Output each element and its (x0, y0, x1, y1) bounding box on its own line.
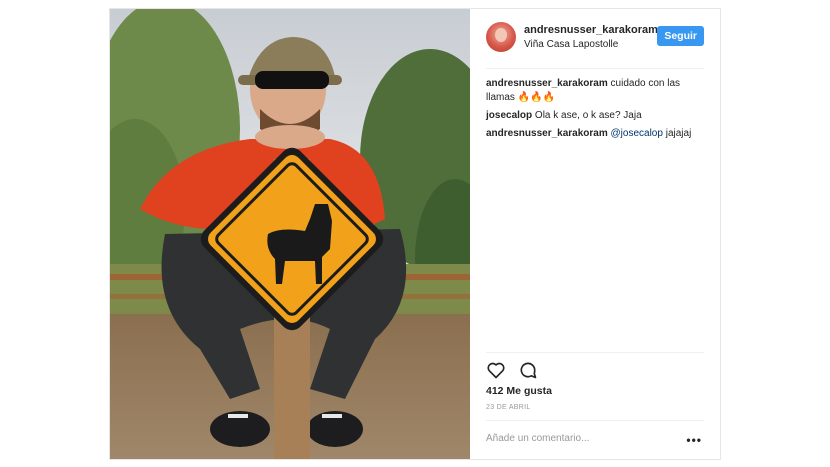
comment-username[interactable]: josecalop (486, 110, 532, 121)
header-username[interactable]: andresnusser_karakoram (524, 24, 658, 36)
post-header: andresnusser_karakoram Viña Casa Laposto… (486, 22, 704, 62)
comment-text: jajajaj (665, 128, 692, 139)
header-divider (486, 68, 704, 69)
comment-username[interactable]: andresnusser_karakoram (486, 78, 608, 89)
action-bar (486, 360, 546, 382)
comment-item: andresnusser_karakoram cuidado con las l… (486, 77, 704, 105)
add-comment-input[interactable]: Añade un comentario... (486, 433, 589, 444)
more-options-icon[interactable]: ••• (686, 433, 702, 447)
instagram-post: andresnusser_karakoram Viña Casa Laposto… (109, 8, 721, 460)
post-date: 23 DE ABRIL (486, 404, 531, 411)
post-sidebar: andresnusser_karakoram Viña Casa Laposto… (470, 9, 720, 459)
comment-item: andresnusser_karakoram @josecalop jajaja… (486, 127, 704, 141)
follow-button[interactable]: Seguir (657, 26, 704, 46)
like-count[interactable]: 412 Me gusta (486, 385, 552, 397)
heart-icon[interactable] (486, 360, 506, 380)
comment-mention[interactable]: @josecalop (611, 128, 663, 139)
comment-username[interactable]: andresnusser_karakoram (486, 128, 608, 139)
photo-illustration (110, 9, 470, 459)
post-photo[interactable] (110, 9, 470, 459)
header-location[interactable]: Viña Casa Lapostolle (524, 39, 618, 50)
actions-divider (486, 352, 704, 353)
avatar[interactable] (486, 22, 516, 52)
comment-text: Ola k ase, o k ase? Jaja (534, 110, 642, 121)
speech-bubble-icon[interactable] (518, 360, 538, 380)
comment-list: andresnusser_karakoram cuidado con las l… (486, 77, 704, 145)
comment-item: josecalop Ola k ase, o k ase? Jaja (486, 109, 704, 123)
comment-divider (486, 420, 704, 421)
